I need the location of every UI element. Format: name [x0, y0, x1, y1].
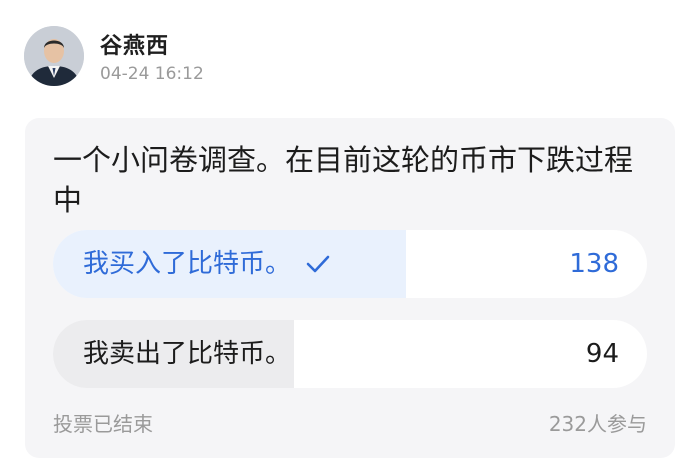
- author-avatar[interactable]: [24, 26, 84, 86]
- poll-option-count: 138: [569, 249, 619, 279]
- poll-card: 一个小问卷调查。在目前这轮的币市下跌过程中 我买入了比特币。 138 我卖出了比…: [25, 118, 675, 458]
- poll-option-sell[interactable]: 我卖出了比特币。 94: [53, 320, 647, 388]
- poll-question: 一个小问卷调查。在目前这轮的币市下跌过程中: [53, 143, 634, 217]
- post-container: 谷燕西 04-24 16:12 一个小问卷调查。在目前这轮的币市下跌过程中 我买…: [0, 0, 688, 469]
- person-avatar-icon: [24, 26, 84, 86]
- poll-status: 投票已结束: [53, 412, 153, 436]
- poll-option-label: 我买入了比特币。: [83, 249, 292, 279]
- author-name[interactable]: 谷燕西: [100, 28, 169, 60]
- poll-option-buy[interactable]: 我买入了比特币。 138: [53, 230, 647, 298]
- poll-option-count: 94: [585, 339, 619, 369]
- poll-participants: 232人参与: [548, 412, 647, 436]
- checkmark-icon: [306, 255, 330, 273]
- poll-option-label: 我卖出了比特币。: [83, 339, 292, 369]
- post-timestamp: 04-24 16:12: [100, 64, 204, 84]
